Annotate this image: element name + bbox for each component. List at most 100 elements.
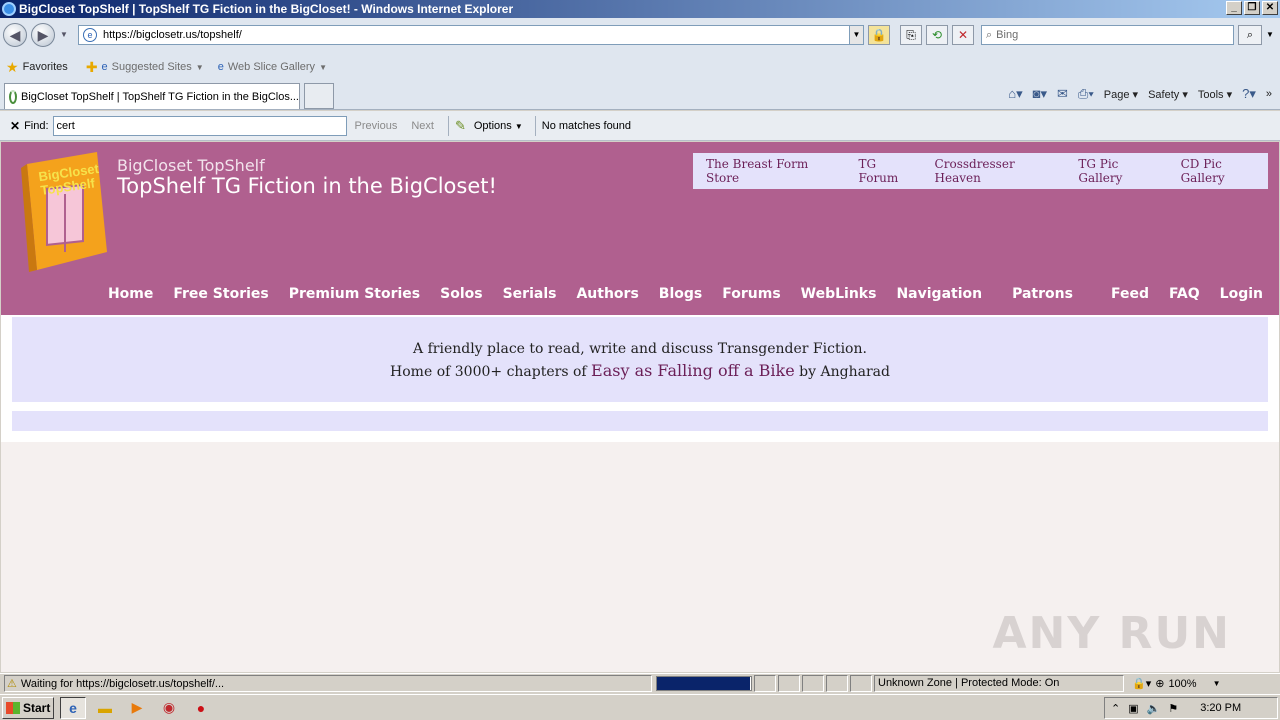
page-menu[interactable]: Page ▾: [1104, 88, 1138, 101]
suggested-sites-label: Suggested Sites: [111, 61, 192, 73]
search-go-button[interactable]: ⌕: [1238, 25, 1262, 45]
site-title[interactable]: TopShelf TG Fiction in the BigCloset!: [117, 174, 497, 198]
nav-solos[interactable]: Solos: [440, 286, 482, 302]
link-tg-forum[interactable]: TG Forum: [859, 157, 919, 185]
chevron-down-icon: ▼: [195, 62, 204, 72]
mail-icon[interactable]: ✉: [1057, 86, 1068, 102]
zoom-dropdown-icon[interactable]: ▼: [1213, 679, 1221, 688]
print-icon[interactable]: ⎙▾: [1078, 86, 1094, 102]
search-placeholder: Bing: [996, 29, 1019, 41]
highlight-icon[interactable]: ✎: [455, 118, 466, 134]
site-subtitle[interactable]: BigCloset TopShelf: [117, 156, 265, 175]
taskbar-ie-icon[interactable]: e: [60, 696, 86, 719]
nav-free-stories[interactable]: Free Stories: [173, 286, 268, 302]
status-cell: [826, 675, 848, 692]
tab-active[interactable]: BigCloset TopShelf | TopShelf TG Fiction…: [4, 83, 300, 109]
taskbar-chrome-icon[interactable]: ◉: [156, 697, 182, 719]
link-crossdresser-heaven[interactable]: Crossdresser Heaven: [935, 157, 1063, 185]
protected-mode-icon[interactable]: 🔒▾: [1132, 677, 1151, 690]
nav-forums[interactable]: Forums: [722, 286, 780, 302]
featured-story-link[interactable]: Easy as Falling off a Bike: [591, 361, 795, 380]
nav-login[interactable]: Login: [1220, 286, 1263, 302]
top-links: The Breast Form Store TG Forum Crossdres…: [693, 153, 1268, 189]
intro-line-2: Home of 3000+ chapters of Easy as Fallin…: [390, 361, 890, 380]
status-cell: [850, 675, 872, 692]
find-next-button[interactable]: Next: [411, 120, 434, 132]
status-bar: ⚠ Waiting for https://bigclosetr.us/tops…: [0, 673, 1280, 693]
nav-patrons[interactable]: Patrons: [1012, 286, 1073, 302]
safety-menu[interactable]: Safety ▾: [1148, 88, 1188, 101]
anyrun-watermark: ANY RUN: [992, 608, 1231, 659]
find-bar: ✕ Find: cert Previous Next ✎ Options ▼ N…: [0, 111, 1280, 141]
search-input[interactable]: ⌕ Bing: [981, 25, 1234, 45]
nav-authors[interactable]: Authors: [576, 286, 638, 302]
volume-icon[interactable]: 🔈: [1147, 702, 1161, 715]
nav-serials[interactable]: Serials: [503, 286, 557, 302]
help-icon[interactable]: ?▾: [1242, 86, 1256, 102]
refresh-icon[interactable]: ⟲: [926, 25, 948, 45]
add-favorite-icon[interactable]: ✚: [86, 59, 98, 76]
topshelf-book-logo[interactable]: BigCloset TopShelf: [17, 152, 107, 272]
restore-button[interactable]: ❐: [1244, 1, 1260, 15]
link-cd-pic-gallery[interactable]: CD Pic Gallery: [1181, 157, 1268, 185]
stop-icon[interactable]: ✕: [952, 25, 974, 45]
tools-menu[interactable]: Tools ▾: [1198, 88, 1232, 101]
close-window-button[interactable]: ✕: [1262, 1, 1278, 15]
close-find-icon[interactable]: ✕: [10, 119, 20, 133]
action-center-flag-icon[interactable]: ⚑: [1168, 702, 1178, 715]
find-previous-button[interactable]: Previous: [355, 120, 398, 132]
taskbar-media-player-icon[interactable]: ▶: [124, 697, 150, 719]
nav-premium-stories[interactable]: Premium Stories: [289, 286, 420, 302]
tab-row: BigCloset TopShelf | TopShelf TG Fiction…: [0, 80, 1280, 110]
favorites-button[interactable]: ★ Favorites: [0, 59, 68, 76]
home-icon[interactable]: ⌂▾: [1008, 86, 1022, 102]
zoom-level[interactable]: 100%: [1168, 678, 1196, 690]
recent-pages-dropdown-icon[interactable]: ▼: [60, 30, 68, 39]
find-options-button[interactable]: Options ▼: [474, 120, 523, 132]
progress-fill: [657, 677, 751, 690]
main-nav: Home Free Stories Premium Stories Solos …: [108, 286, 1263, 302]
toolbar-separator: [447, 115, 449, 136]
nav-feed[interactable]: Feed: [1111, 286, 1149, 302]
start-label: Start: [23, 700, 51, 715]
minimize-button[interactable]: _: [1226, 1, 1242, 15]
security-zone[interactable]: Unknown Zone | Protected Mode: On: [874, 675, 1124, 692]
address-url[interactable]: https://bigclosetr.us/topshelf/: [103, 29, 242, 41]
nav-navigation[interactable]: Navigation: [896, 286, 982, 302]
nav-home[interactable]: Home: [108, 286, 153, 302]
web-slice-gallery-link[interactable]: e Web Slice Gallery ▼: [218, 61, 327, 73]
feeds-icon[interactable]: ◙▾: [1033, 86, 1047, 102]
chevron-down-icon: ▼: [319, 62, 327, 72]
site-header: BigCloset TopShelf BigCloset TopShelf To…: [1, 142, 1279, 315]
forward-button[interactable]: ▶: [31, 23, 55, 47]
intro-line-1: A friendly place to read, write and disc…: [413, 341, 867, 357]
nav-weblinks[interactable]: WebLinks: [801, 286, 877, 302]
find-result-text: No matches found: [541, 119, 632, 132]
taskbar-explorer-icon[interactable]: ▬: [92, 697, 118, 719]
find-input[interactable]: cert: [52, 115, 347, 136]
taskbar: Start e ▬ ▶ ◉ ● ⌃ ▣ 🔈 ⚑ 3:20 PM: [0, 694, 1280, 720]
nav-faq[interactable]: FAQ: [1169, 286, 1200, 302]
address-bar[interactable]: e https://bigclosetr.us/topshelf/ ▼: [78, 25, 864, 45]
tab-title: BigCloset TopShelf | TopShelf TG Fiction…: [20, 90, 299, 103]
search-options-icon[interactable]: ▼: [1266, 30, 1274, 39]
suggested-sites-link[interactable]: e Suggested Sites ▼: [102, 61, 204, 73]
status-text: Waiting for https://bigclosetr.us/topshe…: [20, 677, 225, 690]
overflow-icon[interactable]: »: [1266, 88, 1272, 100]
nav-blogs[interactable]: Blogs: [659, 286, 702, 302]
clock[interactable]: 3:20 PM: [1200, 702, 1241, 714]
back-button[interactable]: ◀: [3, 23, 27, 47]
address-toolbar: ◀ ▶ ▼ e https://bigclosetr.us/topshelf/ …: [0, 18, 1280, 54]
address-dropdown-icon[interactable]: ▼: [849, 26, 863, 44]
status-cell: [802, 675, 824, 692]
compatibility-icon[interactable]: ⎘: [900, 25, 922, 45]
lock-icon[interactable]: 🔒: [868, 25, 890, 45]
link-breast-form-store[interactable]: The Breast Form Store: [706, 157, 843, 185]
tray-expand-icon[interactable]: ⌃: [1111, 702, 1120, 715]
link-tg-pic-gallery[interactable]: TG Pic Gallery: [1078, 157, 1164, 185]
taskbar-opera-icon[interactable]: ●: [188, 697, 214, 719]
start-button[interactable]: Start: [2, 696, 54, 719]
new-tab-button[interactable]: [304, 83, 334, 109]
network-icon[interactable]: ▣: [1128, 702, 1138, 715]
zoom-control[interactable]: 🔒▾ ⊕ 100% ▼: [1132, 677, 1221, 691]
